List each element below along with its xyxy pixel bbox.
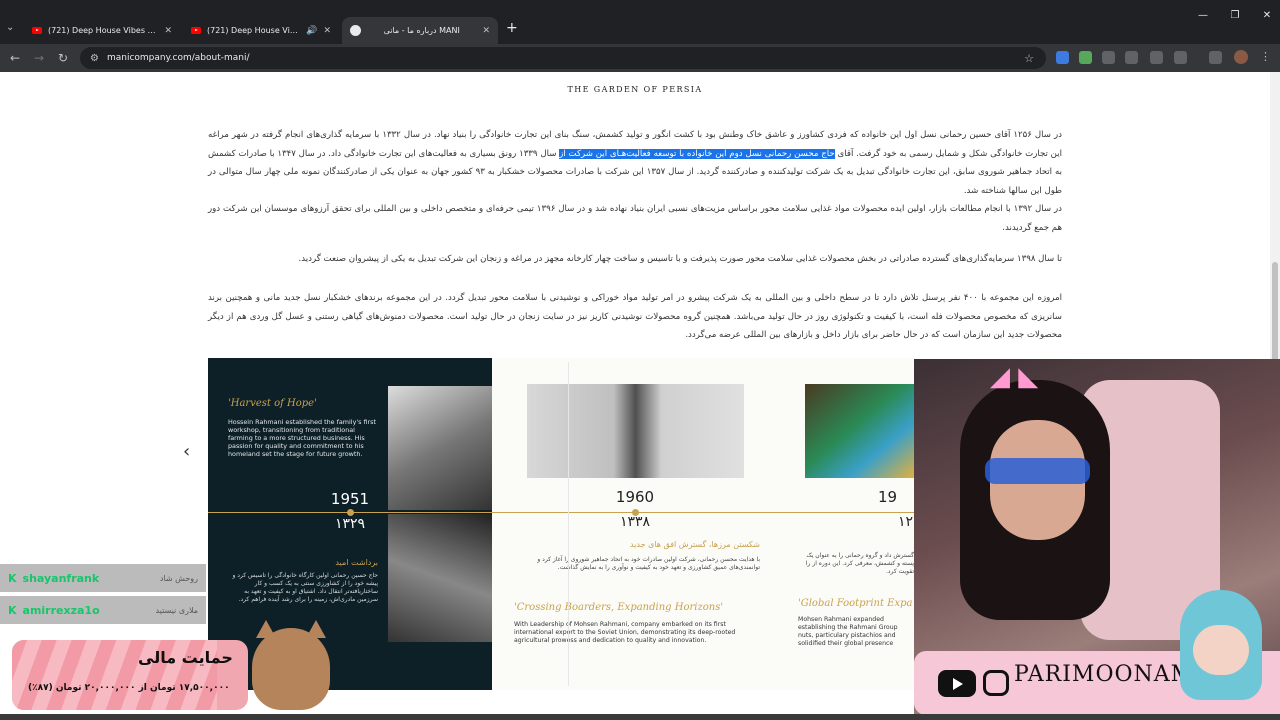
card-en-body: With Leadership of Mohsen Rahmani, compa… [514, 621, 736, 644]
chat-username: shayanfrank [22, 571, 100, 585]
cat-mascot [252, 620, 330, 710]
bookmark-star-icon[interactable]: ☆ [1024, 52, 1034, 65]
extension-icon[interactable] [1125, 51, 1138, 64]
scrollbar-thumb[interactable] [1272, 262, 1278, 362]
kick-icon: K [8, 603, 17, 617]
forward-arrow-icon[interactable]: → [30, 49, 48, 67]
chat-text: ملاری نیستید [155, 605, 198, 615]
tab-2-title: (721) Deep House Vibes 20 [207, 26, 300, 35]
address-bar[interactable]: ⚙ manicompany.com/about-mani/ ☆ [80, 47, 1046, 69]
site-info-icon[interactable]: ⚙ [90, 53, 99, 64]
about-paragraph-3: تا سال ۱۳۹۸ سرمایه‌گذاری‌های گسترده صادر… [298, 254, 1062, 264]
extension-icon[interactable] [1150, 51, 1163, 64]
carousel-divider [568, 362, 569, 686]
about-paragraph-4: امروزه این مجموعه با ۴۰۰ نفر پرسنل تلاش … [208, 293, 1062, 341]
site-favicon [350, 25, 361, 36]
streamer-handle: PARIMOONAM [1014, 662, 1195, 687]
reload-icon[interactable]: ↻ [54, 49, 72, 67]
page-brand-heading: THE GARDEN OF PERSIA [567, 85, 703, 94]
year-label: 1951 [330, 490, 370, 508]
year-label: 19 [878, 488, 898, 506]
tab-1-title: (721) Deep House Vibes 2026 | [48, 26, 158, 35]
window-close-button[interactable]: ✕ [1244, 0, 1280, 30]
workshop-photo [388, 386, 492, 510]
instagram-icon [983, 670, 1009, 696]
tab-3-title: درباره ما - مانی MANI [383, 26, 460, 35]
raisins-hands-photo [388, 514, 492, 642]
back-arrow-icon[interactable]: ← [6, 49, 24, 67]
year-label-fa: ۱۳۳۸ [619, 514, 651, 530]
extension-icon[interactable] [1102, 51, 1115, 64]
donation-progress-text: ۱۷,۵۰۰,۰۰۰ تومان از ۲۰,۰۰۰,۰۰۰ تومان (۸۷… [28, 683, 230, 693]
year-label-fa: ۱۳۲۹ [334, 516, 366, 532]
card-fa-title: برداشت امید [335, 558, 378, 567]
address-url[interactable]: manicompany.com/about-mani/ [107, 53, 250, 63]
kick-icon: K [8, 571, 17, 585]
close-icon[interactable]: ✕ [482, 26, 490, 36]
about-paragraph-1: در سال ۱۲۵۶ آقای حسین رحمانی نسل اول این… [208, 126, 1062, 200]
chat-message: K shayanfrank روحش شاد [0, 564, 206, 592]
close-icon[interactable]: ✕ [164, 26, 172, 36]
factory-photo [805, 384, 914, 478]
card-fa-body: حاج حسین رحمانی اولین کارگاه خانوادگی را… [232, 572, 378, 603]
about-paragraph-2: در سال ۱۳۹۲ با انجام مطالعات بازار، اولی… [208, 204, 1062, 233]
card-en-title: 'Crossing Boarders, Expanding Horizons' [514, 602, 724, 613]
card-en-title: 'Harvest of Hope' [228, 398, 317, 409]
tab-search-button[interactable]: ⌄ [6, 22, 14, 33]
browser-tab-strip: ⌄ (721) Deep House Vibes 2026 | ✕ (721) … [0, 0, 1280, 44]
cat-ears-headphones: ◢ ◣ [990, 362, 1039, 392]
card-en-title: 'Global Footprint Expa [798, 598, 913, 609]
year-label-fa: ۱۲ [898, 514, 914, 530]
glasses [985, 458, 1090, 484]
timeline-axis [208, 512, 914, 513]
timeline-dot [632, 509, 639, 516]
reading-list-icon[interactable] [1209, 51, 1222, 64]
tab-1[interactable]: (721) Deep House Vibes 2026 | ✕ [24, 17, 180, 44]
chat-message: K amirrexza1o ملاری نیستید [0, 596, 206, 624]
card-en-body: Hossein Rahmani established the family's… [228, 418, 376, 458]
card-en-body: Mohsen Rahmani expanded establishing the… [798, 616, 898, 647]
youtube-icon [32, 27, 42, 34]
bottom-edge [0, 714, 1280, 720]
anime-avatar-face [1193, 625, 1249, 675]
chat-text: روحش شاد [159, 573, 198, 583]
mohsen-rahmani-photo [527, 384, 744, 478]
youtube-icon [938, 670, 976, 697]
tab-2[interactable]: (721) Deep House Vibes 20 🔊 ✕ [183, 17, 339, 44]
menu-icon[interactable]: ⋮ [1260, 50, 1271, 63]
carousel-prev-arrow-icon[interactable]: ‹ [183, 441, 190, 462]
card-fa-body: گسترش داد و گروه رحمانی را به عنوان یک پ… [805, 552, 914, 575]
puzzle-icon[interactable] [1174, 51, 1187, 64]
tab-3[interactable]: درباره ما - مانی MANI ✕ [342, 17, 498, 44]
close-icon[interactable]: ✕ [323, 26, 331, 36]
youtube-icon [191, 27, 201, 34]
card-fa-body: با هدایت محسن رحمانی، شرکت اولین صادرات … [537, 556, 760, 571]
chat-username: amirrexza1o [22, 603, 100, 617]
timeline-card-1951: 'Harvest of Hope' Hossein Rahmani establ… [208, 358, 492, 690]
profile-avatar[interactable] [1234, 50, 1248, 64]
card-fa-title: شکستن مرزها، گسترش افق های جدید [629, 540, 760, 549]
extension-icon[interactable] [1056, 51, 1069, 64]
speaker-icon[interactable]: 🔊 [306, 26, 317, 36]
browser-toolbar: ← → ↻ ⚙ manicompany.com/about-mani/ ☆ ⋮ [0, 44, 1280, 72]
donation-title: حمایت مالی [138, 648, 233, 667]
timeline-dot [347, 509, 354, 516]
selected-text[interactable]: حاج محسن رحمانی نسل دوم این خانواده با ت… [559, 148, 835, 159]
new-tab-button[interactable]: + [506, 20, 518, 36]
year-label: 1960 [615, 488, 655, 506]
extension-icon[interactable] [1079, 51, 1092, 64]
screen: ⌄ (721) Deep House Vibes 2026 | ✕ (721) … [0, 0, 1280, 720]
